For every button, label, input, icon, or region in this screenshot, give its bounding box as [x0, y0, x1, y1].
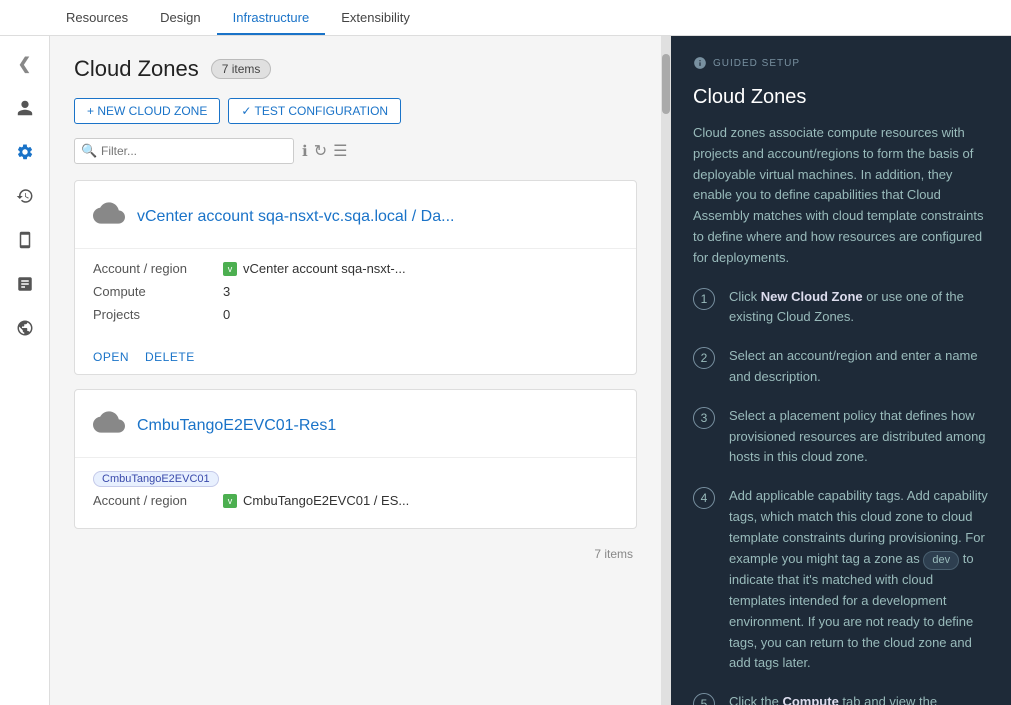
nav-item-extensibility[interactable]: Extensibility	[325, 2, 426, 35]
cloud-zone-card-2: CmbuTangoE2EVC01-Res1 CmbuTangoE2EVC01 A…	[74, 389, 637, 529]
card-1-footer: OPEN DELETE	[75, 342, 636, 374]
cloud-zone-card-1: vCenter account sqa-nsxt-vc.sqa.local / …	[74, 180, 637, 375]
nav-item-infrastructure[interactable]: Infrastructure	[217, 2, 326, 35]
step-5: 5 Click the Compute tab and view the com…	[693, 692, 989, 705]
footer-count: 7 items	[74, 543, 637, 565]
guided-setup-header: GUIDED SETUP	[693, 56, 989, 70]
step-5-content: Click the Compute tab and view the compu…	[729, 692, 989, 705]
page-header: Cloud Zones 7 items	[74, 56, 637, 82]
refresh-icon[interactable]: ↻	[314, 141, 327, 161]
page-title: Cloud Zones	[74, 56, 199, 82]
card-2-account-field: Account / region v CmbuTangoE2EVC01 / ES…	[93, 493, 618, 508]
delete-button-1[interactable]: DELETE	[145, 350, 195, 364]
step-4: 4 Add applicable capability tags. Add ca…	[693, 486, 989, 674]
card-1-projects-field: Projects 0	[93, 307, 618, 322]
account-region-value-1: v vCenter account sqa-nsxt-...	[223, 261, 406, 276]
cloud-icon-2	[93, 406, 125, 445]
account-region-value-2: v CmbuTangoE2EVC01 / ES...	[223, 493, 409, 508]
card-1-title[interactable]: vCenter account sqa-nsxt-vc.sqa.local / …	[137, 208, 454, 226]
filter-bar: 🔍 ℹ ↻ ☰	[74, 138, 637, 164]
cloud-icon-1	[93, 197, 125, 236]
card-1-compute-field: Compute 3	[93, 284, 618, 299]
filter-input[interactable]	[74, 138, 294, 164]
step-3-content: Select a placement policy that defines h…	[729, 406, 989, 468]
users-icon[interactable]	[7, 90, 43, 126]
card-2-tag: CmbuTangoE2EVC01	[93, 471, 219, 487]
step-1-content: Click New Cloud Zone or use one of the e…	[729, 287, 989, 329]
step-4-number: 4	[693, 487, 715, 509]
right-panel-title: Cloud Zones	[693, 86, 989, 109]
step-3-number: 3	[693, 407, 715, 429]
list-view-icon[interactable]: ☰	[333, 141, 347, 161]
filter-actions: ℹ ↻ ☰	[302, 141, 347, 161]
open-button-1[interactable]: OPEN	[93, 350, 129, 364]
account-region-label-1: Account / region	[93, 261, 223, 276]
card-2-header: CmbuTangoE2EVC01-Res1	[75, 390, 636, 458]
nav-item-design[interactable]: Design	[144, 2, 216, 35]
filter-input-wrap: 🔍	[74, 138, 294, 164]
items-badge: 7 items	[211, 59, 272, 79]
compute-label-1: Compute	[93, 284, 223, 299]
test-configuration-button[interactable]: ✓ TEST CONFIGURATION	[228, 98, 401, 124]
card-1-header: vCenter account sqa-nsxt-vc.sqa.local / …	[75, 181, 636, 249]
dev-tag: dev	[923, 551, 959, 571]
card-1-account-field: Account / region v vCenter account sqa-n…	[93, 261, 618, 276]
chart-icon[interactable]	[7, 266, 43, 302]
account-region-label-2: Account / region	[93, 493, 223, 508]
chevron-left-icon[interactable]: ❮	[7, 46, 43, 82]
history-icon[interactable]	[7, 178, 43, 214]
card-1-body: Account / region v vCenter account sqa-n…	[75, 249, 636, 342]
scrollbar[interactable]	[661, 36, 671, 705]
settings-icon[interactable]	[7, 134, 43, 170]
step-2-content: Select an account/region and enter a nam…	[729, 346, 989, 388]
new-cloud-zone-button[interactable]: + NEW CLOUD ZONE	[74, 98, 220, 124]
card-2-title[interactable]: CmbuTangoE2EVC01-Res1	[137, 417, 336, 435]
step-4-content: Add applicable capability tags. Add capa…	[729, 486, 989, 674]
cube-icon[interactable]	[7, 222, 43, 258]
vcenter-icon-2: v	[223, 494, 237, 508]
network-icon[interactable]	[7, 310, 43, 346]
step-2: 2 Select an account/region and enter a n…	[693, 346, 989, 388]
info-icon[interactable]: ℹ	[302, 142, 308, 160]
top-nav: Resources Design Infrastructure Extensib…	[0, 0, 1011, 36]
step-5-number: 5	[693, 693, 715, 705]
step-1-number: 1	[693, 288, 715, 310]
content-area: Cloud Zones 7 items + NEW CLOUD ZONE ✓ T…	[50, 36, 661, 705]
guided-setup-label: GUIDED SETUP	[713, 58, 800, 69]
right-panel-description: Cloud zones associate compute resources …	[693, 123, 989, 269]
toolbar: + NEW CLOUD ZONE ✓ TEST CONFIGURATION	[74, 98, 637, 124]
step-1: 1 Click New Cloud Zone or use one of the…	[693, 287, 989, 329]
right-panel: GUIDED SETUP Cloud Zones Cloud zones ass…	[671, 36, 1011, 705]
search-icon: 🔍	[81, 143, 97, 159]
step-3: 3 Select a placement policy that defines…	[693, 406, 989, 468]
step-2-number: 2	[693, 347, 715, 369]
compute-value-1: 3	[223, 284, 230, 299]
scroll-thumb[interactable]	[662, 54, 670, 114]
sidebar: ❮	[0, 36, 50, 705]
projects-label-1: Projects	[93, 307, 223, 322]
vcenter-icon-1: v	[223, 262, 237, 276]
card-2-body: CmbuTangoE2EVC01 Account / region v Cmbu…	[75, 458, 636, 528]
nav-item-resources[interactable]: Resources	[50, 2, 144, 35]
projects-value-1: 0	[223, 307, 230, 322]
